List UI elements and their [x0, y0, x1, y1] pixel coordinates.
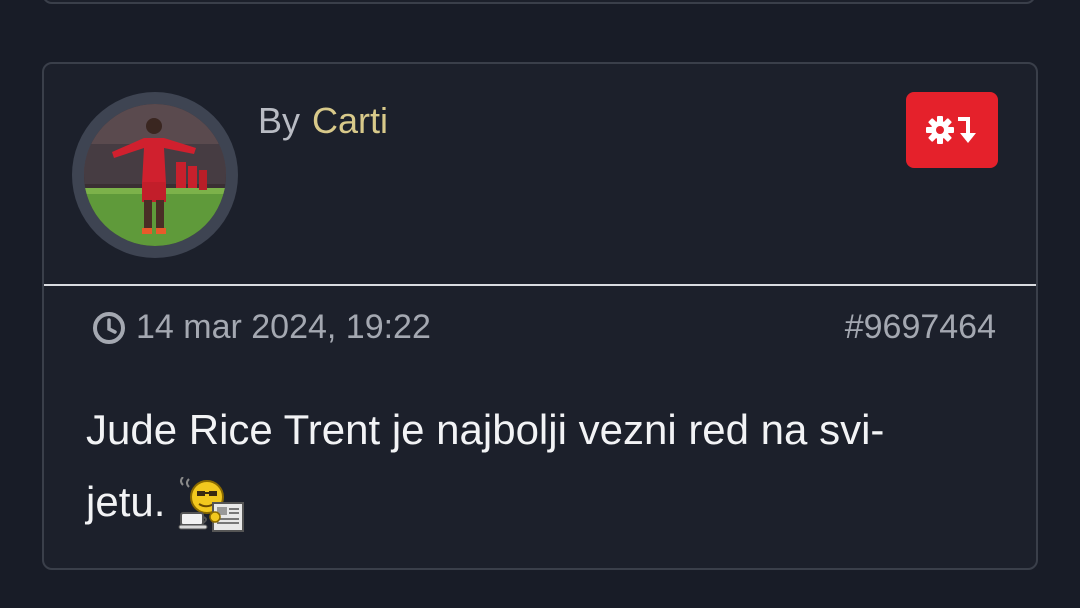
- author-name-link[interactable]: Carti: [312, 100, 388, 141]
- post-body-line-1: Jude Rice Trent je najbolji vezni red na…: [86, 406, 885, 453]
- coffee-newspaper-smiley-icon: [178, 476, 245, 532]
- gear-arrow-down-icon: [926, 116, 976, 144]
- avatar-image: [84, 104, 226, 246]
- previous-post-card: [42, 0, 1036, 4]
- timestamp-text: 14 mar 2024, 19:22: [136, 308, 431, 346]
- avatar[interactable]: [72, 92, 238, 258]
- post-actions-button[interactable]: [906, 92, 998, 168]
- post-timestamp: 14 mar 2024, 19:22: [92, 308, 431, 347]
- clock-icon: [93, 311, 125, 344]
- post-body-line-2: jetu.: [86, 478, 166, 525]
- byline: By Carti: [258, 100, 388, 142]
- by-label: By: [258, 100, 301, 141]
- header-divider: [44, 284, 1036, 286]
- post-body: Jude Rice Trent je najbolji vezni red na…: [86, 394, 1006, 538]
- post-number-link[interactable]: #9697464: [845, 308, 996, 347]
- post-card: By Carti 14 mar 2024, 19:22 #9697464 Jud…: [42, 62, 1038, 570]
